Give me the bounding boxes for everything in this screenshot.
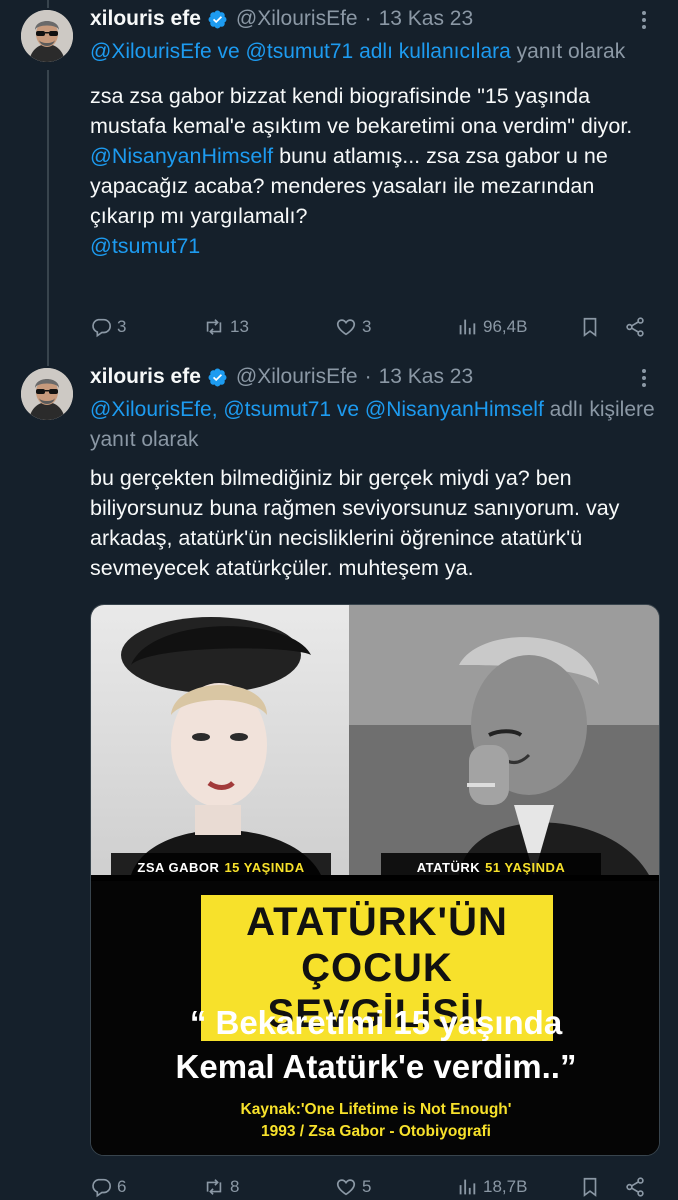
avatar[interactable]: [21, 368, 73, 420]
tweet-header: xilouris efe @XilourisEfe · 13 Kas 23: [90, 4, 660, 34]
caption-right: ATATÜRK 51 YAŞINDA: [381, 853, 601, 881]
mention-link[interactable]: @NisanyanHimself: [90, 144, 273, 168]
author-handle[interactable]: @XilourisEfe: [236, 7, 358, 31]
share-button[interactable]: [624, 312, 646, 342]
caption-left: ZSA GABOR 15 YAŞINDA: [111, 853, 331, 881]
bookmark-icon: [583, 317, 597, 337]
tweet-text-part: bu gerçekten bilmediğiniz bir gerçek miy…: [90, 466, 620, 580]
share-icon: [626, 1177, 644, 1197]
views-count: 96,4B: [483, 317, 528, 336]
tweet-2[interactable]: xilouris efe @XilourisEfe · 13 Kas 23 @X…: [0, 360, 678, 1200]
headline-line-1: ATATÜRK'ÜN: [246, 900, 508, 944]
reply-mentions[interactable]: @XilourisEfe ve @tsumut71 adlı kullanıcı…: [90, 40, 511, 63]
bookmark-button[interactable]: [579, 1172, 601, 1200]
tweet-media[interactable]: ZSA GABOR 15 YAŞINDA ATATÜRK 51 YAŞINDA …: [90, 604, 660, 1156]
views-icon: [459, 1179, 476, 1195]
retweet-icon: [206, 319, 222, 335]
separator-dot: ·: [364, 365, 372, 388]
reply-count: 3: [117, 317, 127, 336]
like-icon: [336, 1179, 356, 1196]
tweet-1[interactable]: xilouris efe @XilourisEfe · 13 Kas 23 @X…: [0, 0, 678, 360]
avatar[interactable]: [21, 10, 73, 62]
author-name[interactable]: xilouris efe: [90, 365, 201, 389]
quote-line-2: Kemal Atatürk'e verdim..”: [175, 1048, 577, 1085]
verified-badge-icon: [208, 368, 227, 386]
caption-right-age: 51 YAŞINDA: [485, 859, 566, 875]
mention-link[interactable]: @tsumut71: [90, 234, 200, 258]
retweet-button[interactable]: 13: [203, 312, 249, 342]
tweet-text: zsa zsa gabor bizzat kendi biografisinde…: [90, 81, 660, 261]
views-count: 18,7B: [483, 1177, 528, 1196]
tweet-date[interactable]: 13 Kas 23: [379, 365, 474, 389]
retweet-count: 8: [230, 1177, 240, 1196]
reply-context: @XilourisEfe, @tsumut71 ve @NisanyanHims…: [90, 395, 660, 455]
bookmark-button[interactable]: [579, 312, 601, 342]
like-button[interactable]: 5: [335, 1172, 371, 1200]
like-button[interactable]: 3: [335, 312, 371, 342]
source-line-2: 1993 / Zsa Gabor - Otobiyografi: [261, 1123, 491, 1140]
photo-zsa-gabor: [91, 605, 349, 875]
reply-context: @XilourisEfe ve @tsumut71 adlı kullanıcı…: [90, 37, 660, 67]
bookmark-icon: [583, 1177, 597, 1197]
author-handle[interactable]: @XilourisEfe: [236, 365, 358, 389]
caption-left-name: ZSA GABOR: [137, 859, 220, 875]
reply-icon: [92, 1178, 111, 1198]
separator-dot: ·: [364, 7, 372, 30]
reply-suffix: yanıt olarak: [516, 40, 626, 63]
like-count: 3: [362, 317, 372, 336]
share-icon: [626, 317, 644, 337]
tweet-date[interactable]: 13 Kas 23: [379, 7, 474, 31]
reply-button[interactable]: 6: [90, 1172, 126, 1200]
source-line-1: Kaynak:'One Lifetime is Not Enough': [240, 1101, 512, 1118]
tweet-text: bu gerçekten bilmediğiniz bir gerçek miy…: [90, 463, 660, 583]
retweet-count: 13: [230, 317, 249, 336]
like-icon: [336, 319, 356, 336]
views-icon: [459, 319, 476, 335]
tweet-actions: 6 8 5 18,7B: [90, 1172, 660, 1200]
reply-icon: [92, 318, 111, 338]
tweet-text-part: zsa zsa gabor bizzat kendi biografisinde…: [90, 84, 633, 138]
like-count: 5: [362, 1177, 372, 1196]
quote-line-1: “ Bekaretimi 15 yaşında: [189, 1004, 563, 1041]
views-button[interactable]: 18,7B: [456, 1172, 527, 1200]
reply-button[interactable]: 3: [90, 312, 126, 342]
tweet-actions: 3 13 3 96,4B: [90, 312, 660, 342]
views-button[interactable]: 96,4B: [456, 312, 527, 342]
tweet-header: xilouris efe @XilourisEfe · 13 Kas 23: [90, 362, 660, 392]
more-icon[interactable]: [632, 8, 656, 32]
verified-badge-icon: [208, 10, 227, 28]
more-icon[interactable]: [632, 366, 656, 390]
media-banner: ATATÜRK'ÜN ÇOCUK SEVGİLİSİ! “ Bekaretimi…: [91, 881, 659, 1155]
photo-ataturk: [349, 605, 659, 875]
caption-right-name: ATATÜRK: [416, 859, 481, 875]
reply-mentions[interactable]: @XilourisEfe, @tsumut71 ve @NisanyanHims…: [90, 398, 544, 421]
retweet-icon: [206, 1179, 222, 1195]
share-button[interactable]: [624, 1172, 646, 1200]
retweet-button[interactable]: 8: [203, 1172, 239, 1200]
author-name[interactable]: xilouris efe: [90, 7, 201, 31]
reply-count: 6: [117, 1177, 127, 1196]
caption-left-age: 15 YAŞINDA: [224, 859, 305, 875]
